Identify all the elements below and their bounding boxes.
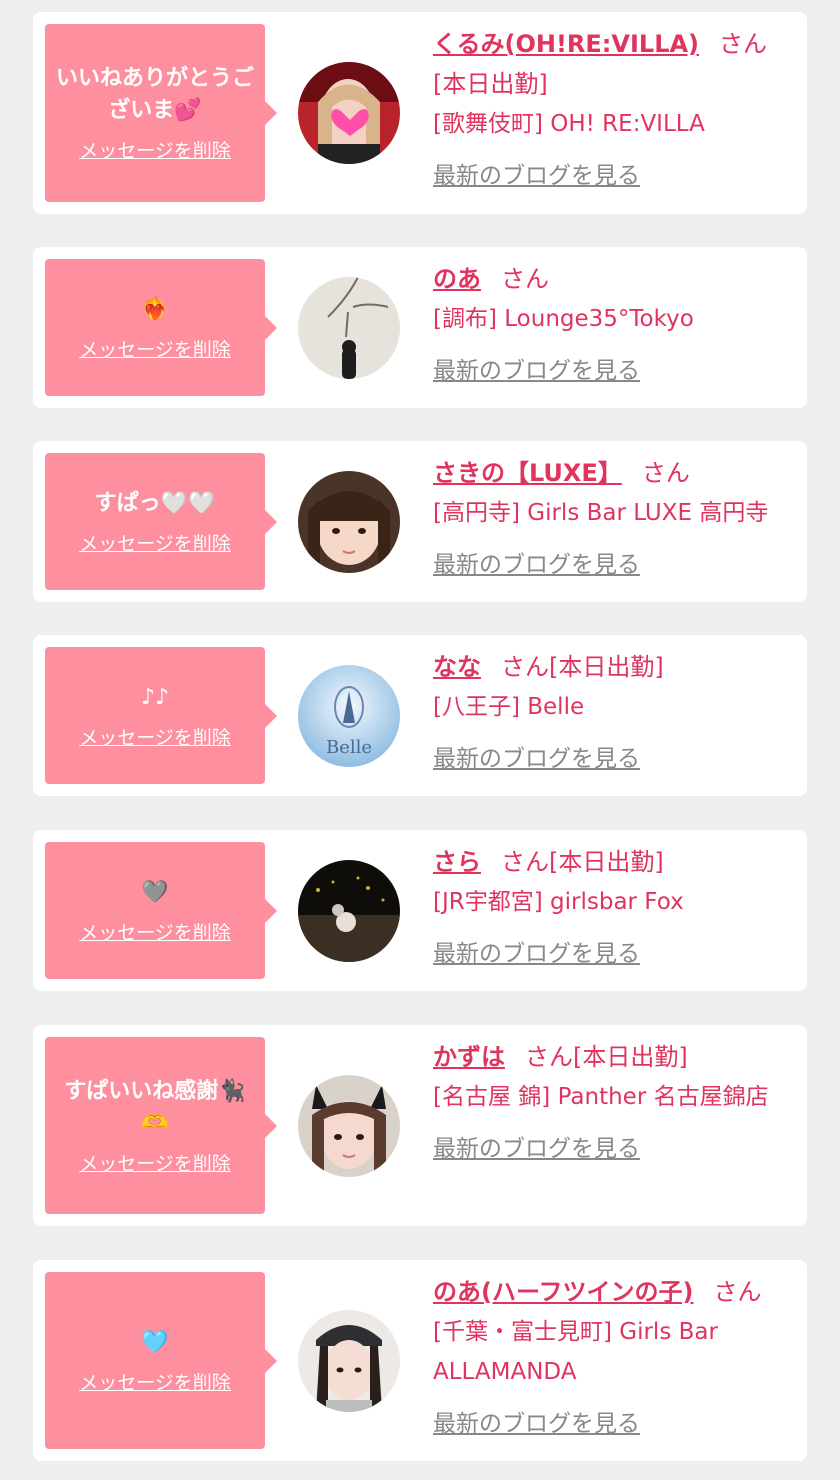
list-item: ♪♪ メッセージを削除 Belle なな さん[本日出勤] [八王子] Bell… [33,635,807,796]
cast-name-link[interactable]: さきの【LUXE】 [433,459,622,487]
cast-name-link[interactable]: のあ [433,265,481,293]
avatar-logo-text: Belle [326,737,372,758]
list-item: すぱっ🤍🤍 メッセージを削除 さきの【LUXE】 さん [高円寺] Girls B… [33,441,807,602]
message-text: すぱいいね感謝🐈‍⬛🫶 [64,1078,246,1136]
shop-name: [八王子] Belle [433,694,585,720]
name-suffix: さん[本日出勤] [501,848,664,876]
shop-name: [高円寺] Girls Bar LUXE 高円寺 [433,500,769,526]
delete-message-link[interactable]: メッセージを削除 [79,1152,231,1176]
latest-blog-link[interactable]: 最新のブログを見る [433,545,640,585]
delete-message-link[interactable]: メッセージを削除 [79,139,231,163]
item-info: くるみ(OH!RE:VILLA) さん[本日出勤] [歌舞伎町] OH! RE:V… [433,24,797,196]
message-list: いいねありがとうございま💕 メッセージを削除 くるみ(OH!RE:VILLA) さ… [0,0,840,1480]
list-item: 🩵 メッセージを削除 のあ(ハーフツインの子) さん [千葉・富士見町] Girl… [33,1260,807,1461]
avatar[interactable] [298,1310,400,1412]
message-text: いいねありがとうございま💕 [55,66,254,123]
message-text: 🩶 [141,879,169,905]
item-info: さきの【LUXE】 さん [高円寺] Girls Bar LUXE 高円寺 最新の… [433,453,797,585]
name-suffix: さん [713,1278,762,1306]
cast-name-link[interactable]: くるみ(OH!RE:VILLA) [433,30,699,58]
item-info: のあ さん [調布] Lounge35°Tokyo 最新のブログを見る [433,259,797,391]
message-text: すぱっ🤍🤍 [94,490,216,516]
avatar[interactable] [298,860,400,962]
message-bubble: ♪♪ メッセージを削除 [45,647,277,784]
latest-blog-link[interactable]: 最新のブログを見る [433,934,640,974]
name-suffix: さん[本日出勤] [525,1043,688,1071]
cast-name-link[interactable]: のあ(ハーフツインの子) [433,1278,694,1306]
item-info: さら さん[本日出勤] [JR宇都宮] girlsbar Fox 最新のブログを見… [433,842,797,974]
shop-name: [千葉・富士見町] Girls Bar ALLAMANDA [433,1319,718,1385]
message-text: ❤️‍🔥 [141,296,169,322]
delete-message-link[interactable]: メッセージを削除 [79,921,231,945]
avatar[interactable] [298,277,400,379]
list-item: ❤️‍🔥 メッセージを削除 のあ さん [調布] Lounge35°Tokyo 最… [33,247,807,408]
shop-name: [名古屋 錦] Panther 名古屋錦店 [433,1084,769,1110]
shop-name: [JR宇都宮] girlsbar Fox [433,889,684,915]
shop-name: [歌舞伎町] OH! RE:VILLA [433,111,705,137]
message-bubble: すぱっ🤍🤍 メッセージを削除 [45,453,277,590]
delete-message-link[interactable]: メッセージを削除 [79,532,231,556]
avatar[interactable] [298,471,400,573]
latest-blog-link[interactable]: 最新のブログを見る [433,156,640,196]
list-item: いいねありがとうございま💕 メッセージを削除 くるみ(OH!RE:VILLA) さ… [33,12,807,214]
item-info: のあ(ハーフツインの子) さん [千葉・富士見町] Girls Bar ALLAM… [433,1272,797,1444]
cast-name-link[interactable]: なな [433,653,481,681]
message-text: 🩵 [141,1329,169,1355]
cast-name-link[interactable]: さら [433,848,481,876]
shop-name: [調布] Lounge35°Tokyo [433,306,694,332]
list-item: すぱいいね感謝🐈‍⬛🫶 メッセージを削除 かずは さん[本日出勤] [名古屋 錦]… [33,1025,807,1226]
delete-message-link[interactable]: メッセージを削除 [79,726,231,750]
message-bubble: すぱいいね感謝🐈‍⬛🫶 メッセージを削除 [45,1037,277,1214]
item-info: かずは さん[本日出勤] [名古屋 錦] Panther 名古屋錦店 最新のブログ… [433,1037,797,1169]
avatar[interactable]: Belle [298,665,400,767]
name-suffix: さん [641,459,690,487]
delete-message-link[interactable]: メッセージを削除 [79,1371,231,1395]
message-text: ♪♪ [140,684,170,710]
message-bubble: ❤️‍🔥 メッセージを削除 [45,259,277,396]
avatar[interactable] [298,62,400,164]
latest-blog-link[interactable]: 最新のブログを見る [433,1404,640,1444]
latest-blog-link[interactable]: 最新のブログを見る [433,351,640,391]
latest-blog-link[interactable]: 最新のブログを見る [433,739,640,779]
message-bubble: 🩵 メッセージを削除 [45,1272,277,1449]
name-suffix: さん[本日出勤] [501,653,664,681]
message-bubble: いいねありがとうございま💕 メッセージを削除 [45,24,277,202]
item-info: なな さん[本日出勤] [八王子] Belle 最新のブログを見る [433,647,797,779]
avatar[interactable] [298,1075,400,1177]
message-bubble: 🩶 メッセージを削除 [45,842,277,979]
delete-message-link[interactable]: メッセージを削除 [79,338,231,362]
name-suffix: さん [501,265,549,293]
latest-blog-link[interactable]: 最新のブログを見る [433,1129,640,1169]
list-item: 🩶 メッセージを削除 さら さん[本日出勤] [JR宇都宮] girlsbar F… [33,830,807,991]
cast-name-link[interactable]: かずは [433,1043,505,1071]
